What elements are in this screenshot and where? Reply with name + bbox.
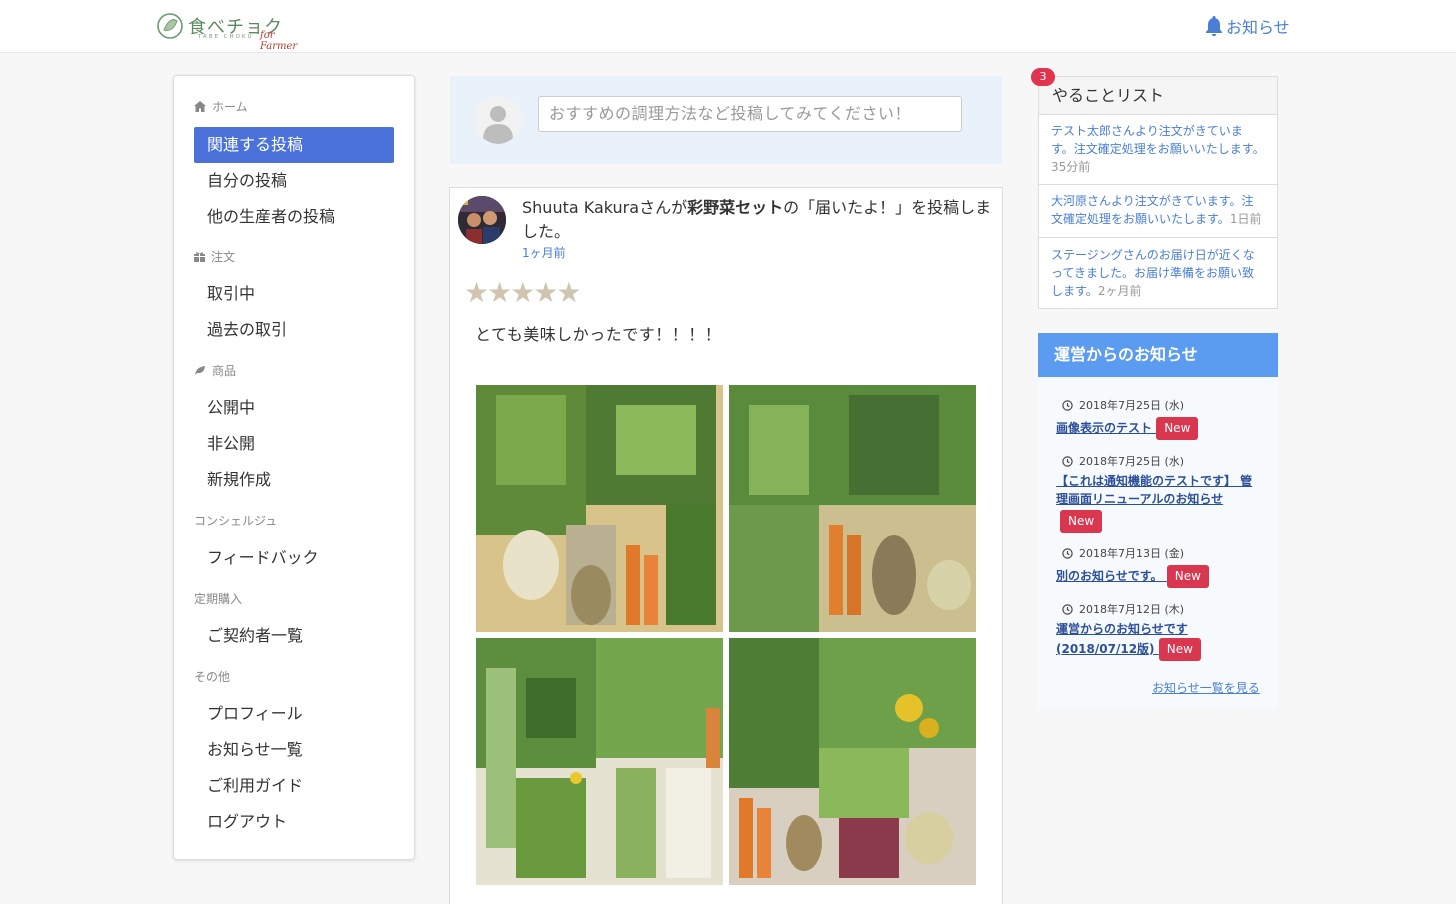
new-badge: New	[1060, 510, 1103, 533]
sidebar-section-other: その他	[194, 670, 231, 684]
post-photo-1[interactable]	[476, 385, 723, 632]
avatar[interactable]	[458, 196, 506, 244]
todo-item[interactable]: 大河原さんより注文がきています。注文確定処理をお願いいたします。1日前	[1039, 192, 1277, 238]
sidebar-item-subscribers[interactable]: ご契約者一覧	[194, 618, 394, 654]
post-input[interactable]: おすすめの調理方法など投稿してみてください！	[538, 96, 962, 132]
sidebar-item-past[interactable]: 過去の取引	[194, 312, 394, 348]
user-photo	[458, 196, 506, 244]
news-more-link[interactable]: お知らせ一覧を見る	[1152, 679, 1260, 696]
todo-count-badge: 3	[1031, 68, 1055, 86]
feed-post-card: Shuuta Kakuraさんが彩野菜セットの「届いたよ！」を投稿しました。 1…	[449, 187, 1003, 904]
sidebar-section-products: 商品	[194, 362, 236, 379]
post-headline: Shuuta Kakuraさんが彩野菜セットの「届いたよ！」を投稿しました。	[522, 198, 992, 241]
home-icon	[194, 101, 206, 112]
news-date: 2018年7月13日 (金)	[1062, 545, 1184, 561]
logo-subtitle: TABE CHOKU	[198, 34, 254, 40]
post-photo-4[interactable]	[729, 638, 976, 885]
todo-item[interactable]: ステージングさんのお届け日が近くなってきました。お届け準備をお願い致します。2ヶ…	[1039, 246, 1277, 304]
sidebar-section-home: ホーム	[194, 98, 248, 115]
user-placeholder-icon	[474, 96, 522, 144]
todo-list-panel: やることリスト 3 テスト太郎さんより注文がきています。注文確定処理をお願いいた…	[1031, 68, 1278, 309]
news-date: 2018年7月25日 (水)	[1062, 453, 1184, 469]
leaf-icon	[195, 366, 205, 375]
sidebar-item-guide[interactable]: ご利用ガイド	[194, 768, 394, 804]
news-link[interactable]: 画像表示のテスト New	[1056, 417, 1199, 440]
sidebar-item-new[interactable]: 新規作成	[194, 462, 394, 498]
rating-stars: ★★★★★	[464, 276, 582, 309]
todo-list-title: やることリスト	[1039, 77, 1277, 115]
new-badge: New	[1166, 565, 1209, 588]
sidebar-section-concierge: コンシェルジュ	[194, 514, 278, 528]
sidebar-section-orders: 注文	[194, 248, 235, 265]
news-link[interactable]: 別のお知らせです。 New	[1056, 565, 1209, 588]
sidebar-item-news-list[interactable]: お知らせ一覧	[194, 732, 394, 768]
gift-icon	[194, 252, 205, 262]
tabechoku-logo[interactable]: 食べチョク TABE CHOKU for Farmer	[156, 10, 298, 52]
notifications-link[interactable]: お知らせ	[1204, 14, 1290, 38]
bell-icon	[1206, 16, 1222, 37]
post-user-name[interactable]: Shuuta Kakura	[522, 198, 639, 217]
news-link[interactable]: 運営からのお知らせです(2018/07/12版) New	[1056, 620, 1206, 661]
sidebar-item-in-progress[interactable]: 取引中	[194, 276, 394, 312]
sidebar-item-profile[interactable]: プロフィール	[194, 696, 394, 732]
sidebar-item-logout[interactable]: ログアウト	[194, 804, 394, 840]
sidebar-section-subscription: 定期購入	[194, 592, 243, 606]
news-date: 2018年7月12日 (木)	[1062, 601, 1184, 617]
news-date: 2018年7月25日 (水)	[1062, 397, 1184, 413]
post-time[interactable]: 1ヶ月前	[522, 244, 566, 261]
post-photo-2[interactable]	[729, 385, 976, 632]
logo-farmer-tag: for Farmer	[260, 30, 298, 52]
new-badge: New	[1158, 638, 1201, 661]
clock-icon	[1062, 547, 1073, 559]
sidebar-item-related-posts[interactable]: 関連する投稿	[194, 127, 394, 163]
top-navbar: 食べチョク TABE CHOKU for Farmer お知らせ	[0, 0, 1456, 53]
post-photo-3[interactable]	[476, 638, 723, 885]
news-title: 運営からのお知らせ	[1038, 333, 1278, 377]
clock-icon	[1062, 455, 1073, 467]
notifications-label: お知らせ	[1226, 18, 1290, 37]
new-badge: New	[1156, 417, 1199, 440]
sidebar: ホーム 関連する投稿 自分の投稿 他の生産者の投稿 注文 取引中 過去の取引 商…	[173, 75, 415, 860]
news-link[interactable]: 【これは通知機能のテストです】 管理画面リニューアルのお知らせ New	[1056, 472, 1256, 533]
sidebar-item-published[interactable]: 公開中	[194, 390, 394, 426]
sidebar-item-feedback[interactable]: フィードバック	[194, 540, 394, 576]
sidebar-item-unpublished[interactable]: 非公開	[194, 426, 394, 462]
post-body: とても美味しかったです！！！！	[475, 325, 722, 344]
compose-panel: おすすめの調理方法など投稿してみてください！	[450, 76, 1002, 164]
sidebar-item-other-producers[interactable]: 他の生産者の投稿	[194, 199, 394, 235]
avatar	[474, 96, 522, 144]
todo-item[interactable]: テスト太郎さんより注文がきています。注文確定処理をお願いいたします。 35分前	[1039, 122, 1277, 185]
news-panel: 運営からのお知らせ 2018年7月25日 (水) 画像表示のテスト New 20…	[1038, 333, 1278, 709]
leaf-logo-icon	[157, 13, 183, 39]
clock-icon	[1062, 603, 1073, 615]
post-product-name[interactable]: 彩野菜セット	[687, 198, 783, 217]
sidebar-item-my-posts[interactable]: 自分の投稿	[194, 163, 394, 199]
clock-icon	[1062, 399, 1073, 411]
